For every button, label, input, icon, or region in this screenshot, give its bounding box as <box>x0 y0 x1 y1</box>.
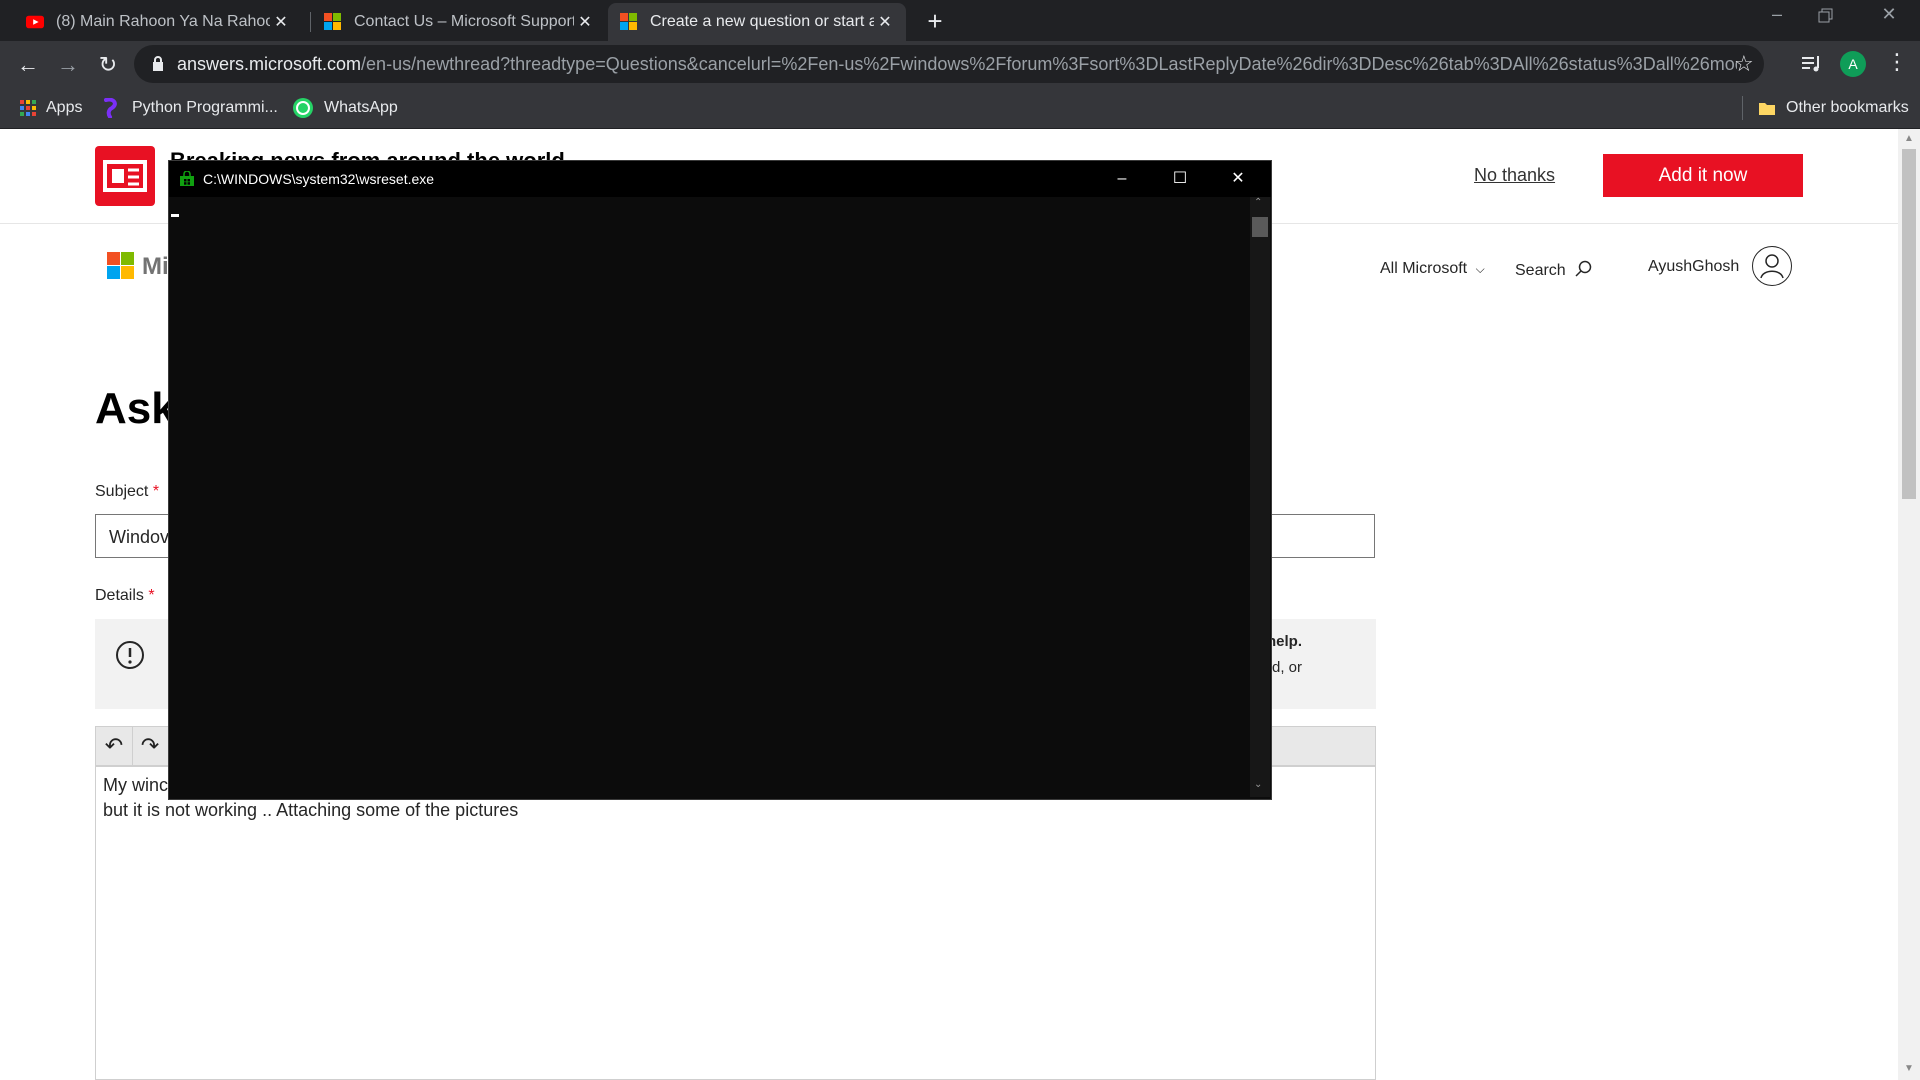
scroll-up-icon[interactable]: ⌃ <box>1254 197 1262 208</box>
microsoft-logo-icon <box>620 13 638 31</box>
bookmark-label: WhatsApp <box>324 99 398 116</box>
required-mark: * <box>148 587 155 604</box>
restore-browser-button[interactable] <box>1818 8 1848 38</box>
details-label: Details * <box>95 587 155 605</box>
close-browser-button[interactable]: ✕ <box>1874 4 1904 34</box>
tab-title: Contact Us – Microsoft Support <box>354 13 574 30</box>
scroll-up-icon[interactable]: ▲ <box>1904 133 1914 144</box>
youtube-icon <box>26 15 44 29</box>
url-host: answers.microsoft.com <box>177 54 362 74</box>
microsoft-logo[interactable] <box>107 252 134 279</box>
tab-title: Create a new question or start a d <box>650 13 874 30</box>
bookmark-star-icon[interactable]: ☆ <box>1734 51 1754 77</box>
newspaper-icon <box>103 160 147 192</box>
subject-label: Subject * <box>95 483 159 501</box>
tab-title: (8) Main Rahoon Ya Na Rahoon F <box>56 13 270 30</box>
console-title: C:\WINDOWS\system32\wsreset.exe <box>203 171 435 187</box>
editor-text-line: but it is not working .. Attaching some … <box>103 800 519 820</box>
news-app-logo <box>95 146 155 206</box>
other-bookmarks-label: Other bookmarks <box>1786 99 1909 116</box>
editor-text-line: My winc <box>103 775 169 795</box>
page-scrollbar[interactable]: ▲ ▼ <box>1898 129 1920 1080</box>
page-title: Ask <box>95 384 176 433</box>
add-it-now-button[interactable]: Add it now <box>1603 154 1803 197</box>
url-text: answers.microsoft.com/en-us/newthread?th… <box>177 54 1737 75</box>
search-label: Search <box>1515 262 1566 279</box>
url-path: /en-us/newthread?threadtype=Questions&ca… <box>361 54 1737 74</box>
bookmarks-bar: Apps Python Programmi... WhatsApp Other … <box>0 88 1920 129</box>
store-bag-icon <box>180 171 194 186</box>
tab-contact-us[interactable]: Contact Us – Microsoft Support ✕ <box>312 3 606 41</box>
user-icon <box>1760 254 1784 279</box>
python-icon <box>104 98 117 118</box>
text-cursor <box>171 214 179 217</box>
chevron-down-icon: ⌵ <box>1475 262 1485 276</box>
media-control-icon[interactable] <box>1800 52 1822 79</box>
console-maximize-button[interactable]: ☐ <box>1151 161 1209 197</box>
scroll-down-icon[interactable]: ⌄ <box>1254 779 1262 790</box>
notice-text: rd, or <box>1267 659 1303 676</box>
more-menu-icon[interactable]: ⋮ <box>1886 49 1908 75</box>
tab-strip: (8) Main Rahoon Ya Na Rahoon F ✕ Contact… <box>0 0 1920 41</box>
search-button[interactable]: Search <box>1515 260 1592 280</box>
info-icon <box>116 641 144 669</box>
all-microsoft-menu[interactable]: All Microsoft ⌵ <box>1380 260 1485 278</box>
close-tab-icon[interactable]: ✕ <box>574 12 596 32</box>
microsoft-wordmark: Mi <box>142 253 169 280</box>
microsoft-logo-icon <box>107 252 134 279</box>
subject-label-text: Subject <box>95 483 149 500</box>
details-label-text: Details <box>95 587 144 604</box>
scroll-down-icon[interactable]: ▼ <box>1904 1063 1914 1074</box>
undo-icon[interactable]: ↶ <box>96 727 133 765</box>
required-mark: * <box>152 483 160 500</box>
bookmark-apps[interactable]: Apps <box>20 88 82 128</box>
tab-create-question[interactable]: Create a new question or start a d ✕ <box>608 3 906 41</box>
no-thanks-link[interactable]: No thanks <box>1474 165 1555 186</box>
search-icon <box>1575 260 1592 277</box>
apps-grid-icon <box>20 100 36 116</box>
microsoft-logo-icon <box>324 13 342 31</box>
all-microsoft-label: All Microsoft <box>1380 260 1468 277</box>
console-minimize-button[interactable]: – <box>1093 161 1151 197</box>
new-tab-button[interactable]: + <box>920 6 950 36</box>
lock-icon <box>153 56 163 71</box>
back-button[interactable]: ← <box>12 49 44 81</box>
tab-divider <box>310 12 311 32</box>
console-title-bar[interactable]: C:\WINDOWS\system32\wsreset.exe – ☐ ✕ <box>169 161 1271 197</box>
bookmarks-divider <box>1742 96 1743 120</box>
folder-icon <box>1759 103 1775 115</box>
username-label[interactable]: AyushGhosh <box>1648 258 1739 276</box>
whatsapp-icon <box>293 98 313 118</box>
scrollbar-thumb[interactable] <box>1902 149 1916 499</box>
console-scrollbar[interactable]: ⌃ ⌄ <box>1250 197 1270 797</box>
forward-button[interactable]: → <box>52 49 84 81</box>
bookmark-label: Apps <box>46 99 83 116</box>
subject-value: Windov <box>109 527 170 547</box>
bookmark-whatsapp[interactable]: WhatsApp <box>292 88 398 128</box>
close-tab-icon[interactable]: ✕ <box>270 12 292 32</box>
console-scrollbar-thumb[interactable] <box>1252 217 1268 237</box>
tab-youtube[interactable]: (8) Main Rahoon Ya Na Rahoon F ✕ <box>14 3 302 41</box>
notice-text-bold: help. <box>1267 633 1303 650</box>
minimize-browser-button[interactable]: – <box>1762 4 1792 34</box>
console-close-button[interactable]: ✕ <box>1209 161 1267 197</box>
address-bar[interactable]: answers.microsoft.com/en-us/newthread?th… <box>134 45 1764 83</box>
reload-button[interactable]: ↻ <box>92 49 124 81</box>
details-editor[interactable]: My winc but it is not working .. Attachi… <box>95 766 1376 1080</box>
bookmark-python[interactable]: Python Programmi... <box>102 88 278 128</box>
profile-avatar[interactable]: A <box>1840 51 1866 77</box>
restore-icon <box>1818 8 1833 23</box>
bookmark-label: Python Programmi... <box>132 99 278 116</box>
redo-icon[interactable]: ↷ <box>132 727 168 765</box>
wsreset-console-window[interactable]: C:\WINDOWS\system32\wsreset.exe – ☐ ✕ ⌃ … <box>168 160 1272 800</box>
close-tab-icon[interactable]: ✕ <box>874 12 896 32</box>
account-avatar[interactable] <box>1752 246 1792 286</box>
other-bookmarks[interactable]: Other bookmarks <box>1758 88 1909 128</box>
browser-toolbar: ← → ↻ answers.microsoft.com/en-us/newthr… <box>0 41 1920 88</box>
